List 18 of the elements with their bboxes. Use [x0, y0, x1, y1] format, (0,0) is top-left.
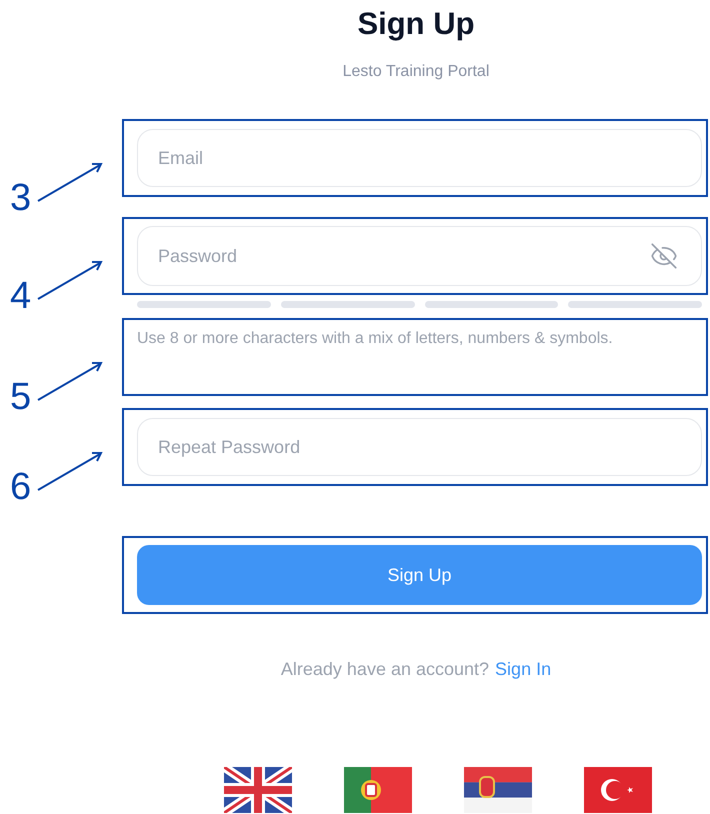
password-hint: Use 8 or more characters with a mix of letters, numbers & symbols. [137, 329, 613, 349]
annotation-number: 5 [10, 378, 32, 416]
annotation-number: 6 [10, 468, 32, 506]
uk-flag-icon[interactable] [224, 767, 292, 813]
sign-in-link[interactable]: Sign In [495, 656, 552, 683]
annotation-number: 4 [10, 277, 32, 315]
serbia-flag-icon[interactable] [464, 767, 532, 813]
text-field[interactable]: Email [137, 129, 702, 187]
page-title: Sign Up [357, 5, 475, 43]
sign-up-button[interactable]: Sign Up [137, 545, 702, 605]
turkey-flag-icon[interactable] [584, 767, 652, 813]
password-field[interactable]: Password [137, 226, 702, 286]
portugal-flag-icon[interactable] [344, 767, 412, 813]
sign-in-prompt: Already have an account? [280, 658, 490, 681]
page-subtitle: Lesto Training Portal [342, 62, 490, 82]
hide-password-icon[interactable] [650, 242, 678, 270]
annotation-number: 3 [10, 179, 32, 217]
text-field[interactable]: Repeat Password [137, 418, 702, 476]
